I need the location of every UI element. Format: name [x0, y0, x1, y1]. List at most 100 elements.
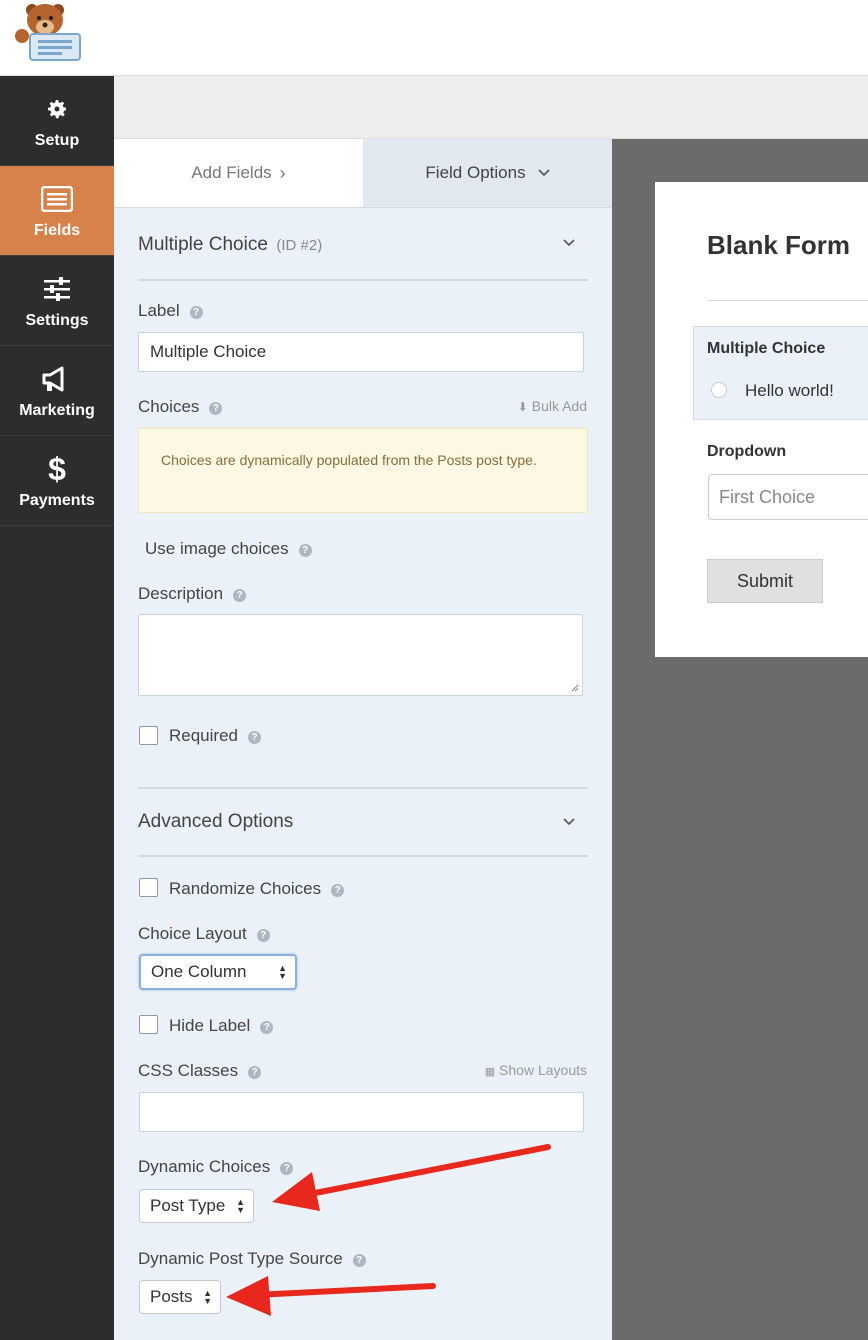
builder-toolbar	[114, 76, 868, 139]
description-heading-text: Description	[138, 584, 224, 603]
preview-radio[interactable]	[711, 382, 727, 398]
dynamic-choices-heading: Dynamic Choices?	[138, 1157, 294, 1177]
help-icon[interactable]: ?	[248, 731, 261, 744]
field-id: (ID #2)	[276, 237, 323, 254]
help-icon[interactable]: ?	[256, 929, 270, 942]
tab-field-options[interactable]: Field Options	[363, 139, 612, 207]
dynamic-choices-select[interactable]: Post Type ▲ ▼	[139, 1189, 254, 1223]
choice-layout-value: One Column	[151, 962, 247, 981]
top-bar	[0, 0, 868, 76]
wpforms-bear-logo	[15, 4, 81, 61]
section-divider	[138, 855, 588, 857]
label-heading: Label?	[138, 301, 203, 321]
help-icon[interactable]: ?	[260, 1021, 274, 1034]
dynamic-source-select[interactable]: Posts ▲ ▼	[139, 1280, 221, 1314]
chevron-down-icon[interactable]	[563, 239, 575, 247]
download-icon: ⬇	[517, 400, 528, 414]
form-preview-card: Blank Form Multiple Choice Hello world! …	[655, 182, 868, 657]
description-heading: Description?	[138, 584, 247, 604]
sidebar-item-marketing[interactable]: Marketing	[0, 346, 114, 436]
help-icon[interactable]: ?	[280, 1162, 294, 1175]
sidebar-item-label: Marketing	[19, 402, 95, 419]
sidebar-item-setup[interactable]: Setup	[0, 76, 114, 166]
section-divider	[138, 279, 588, 281]
dynamic-source-value: Posts	[150, 1287, 193, 1306]
sidebar-item-fields[interactable]: Fields	[0, 166, 114, 256]
label-input[interactable]: Multiple Choice	[138, 332, 584, 372]
field-type-name: Multiple Choice	[138, 234, 268, 255]
css-classes-heading: CSS Classes?	[138, 1061, 262, 1081]
image-choices-toggle[interactable]: Use image choices?	[145, 539, 312, 559]
dynamic-choices-heading-text: Dynamic Choices	[138, 1157, 271, 1176]
bulk-add-link[interactable]: ⬇ Bulk Add	[518, 398, 587, 414]
sliders-icon	[0, 274, 114, 304]
help-icon[interactable]: ?	[331, 884, 345, 897]
required-text: Required	[169, 726, 238, 745]
form-title: Blank Form	[707, 230, 851, 260]
tab-label: Field Options	[425, 163, 526, 182]
advanced-options-header[interactable]: Advanced Options	[138, 811, 293, 833]
select-arrows-icon: ▲ ▼	[278, 963, 287, 981]
dynamic-source-heading-text: Dynamic Post Type Source	[138, 1249, 343, 1268]
section-divider	[138, 787, 588, 789]
megaphone-icon	[0, 364, 114, 394]
chevron-down-icon[interactable]	[563, 818, 575, 826]
dynamic-choices-notice: Choices are dynamically populated from t…	[138, 428, 588, 513]
help-icon[interactable]: ?	[248, 1066, 262, 1079]
dollar-icon: $	[48, 451, 66, 487]
field-group-header[interactable]: Multiple Choice (ID #2)	[138, 234, 322, 256]
randomize-text: Randomize Choices	[169, 879, 322, 898]
hide-label-label: Hide Label?	[169, 1016, 274, 1036]
bulk-add-label: Bulk Add	[531, 398, 587, 414]
required-checkbox[interactable]	[139, 726, 158, 745]
select-arrows-icon: ▲ ▼	[236, 1197, 245, 1215]
hide-label-text: Hide Label	[169, 1016, 251, 1035]
left-sidebar: Setup Fields Settings Marketing $ Paymen…	[0, 76, 114, 1340]
preview-dropdown-label: Dropdown	[707, 443, 787, 460]
choices-heading: Choices?	[138, 397, 223, 417]
help-icon[interactable]: ?	[298, 544, 312, 557]
choices-heading-text: Choices	[138, 397, 200, 416]
sidebar-item-label: Setup	[34, 132, 80, 149]
sidebar-item-payments[interactable]: $ Payments	[0, 436, 114, 526]
choice-layout-select[interactable]: One Column ▲ ▼	[139, 954, 297, 990]
choice-layout-heading: Choice Layout?	[138, 924, 270, 944]
choice-layout-heading-text: Choice Layout	[138, 924, 247, 943]
chevron-down-icon	[538, 169, 550, 177]
css-classes-input[interactable]	[139, 1092, 584, 1132]
preview-dropdown[interactable]: First Choice	[708, 474, 868, 520]
preview-mc-option: Hello world!	[745, 381, 834, 400]
description-textarea[interactable]	[138, 614, 583, 696]
sidebar-item-label: Settings	[25, 312, 89, 329]
css-classes-heading-text: CSS Classes	[138, 1061, 239, 1080]
resize-handle-icon[interactable]	[569, 682, 579, 692]
help-icon[interactable]: ?	[189, 306, 203, 319]
fields-list-icon	[0, 184, 114, 214]
tab-add-fields[interactable]: Add Fields ›	[114, 139, 363, 207]
preview-submit-button[interactable]: Submit	[707, 559, 823, 603]
hide-label-checkbox[interactable]	[139, 1015, 158, 1034]
tab-label: Add Fields	[191, 163, 272, 182]
required-label: Required?	[169, 726, 261, 746]
randomize-checkbox[interactable]	[139, 878, 158, 897]
dynamic-source-heading: Dynamic Post Type Source?	[138, 1249, 366, 1269]
show-layouts-link[interactable]: ▦ Show Layouts	[485, 1062, 587, 1078]
grid-icon: ▦	[484, 1066, 496, 1078]
image-choices-label: Use image choices	[145, 539, 289, 558]
sidebar-item-settings[interactable]: Settings	[0, 256, 114, 346]
preview-mc-label: Multiple Choice	[707, 340, 826, 357]
dynamic-choices-value: Post Type	[150, 1196, 226, 1215]
chevron-right-icon: ›	[279, 162, 286, 183]
sidebar-item-label: Payments	[19, 492, 95, 509]
title-divider	[707, 300, 868, 301]
help-icon[interactable]: ?	[209, 402, 223, 415]
field-options-panel: Add Fields › Field Options Multiple Choi…	[114, 139, 612, 1340]
show-layouts-label: Show Layouts	[499, 1062, 587, 1078]
help-icon[interactable]: ?	[352, 1254, 366, 1267]
select-arrows-icon: ▲ ▼	[203, 1288, 212, 1306]
tabs-divider	[114, 207, 612, 208]
help-icon[interactable]: ?	[233, 589, 247, 602]
gear-icon	[0, 94, 114, 124]
label-heading-text: Label	[138, 301, 180, 320]
sidebar-item-label: Fields	[33, 222, 81, 239]
